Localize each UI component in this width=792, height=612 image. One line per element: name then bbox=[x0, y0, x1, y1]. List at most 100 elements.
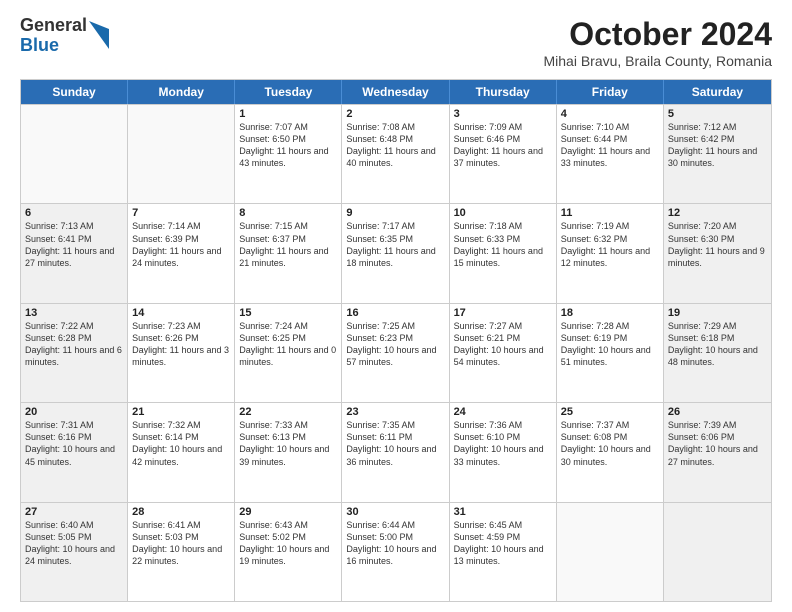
calendar-cell: 6Sunrise: 7:13 AM Sunset: 6:41 PM Daylig… bbox=[21, 204, 128, 302]
logo-general: General bbox=[20, 16, 87, 36]
cell-info: Sunrise: 7:18 AM Sunset: 6:33 PM Dayligh… bbox=[454, 220, 552, 269]
cell-info: Sunrise: 7:19 AM Sunset: 6:32 PM Dayligh… bbox=[561, 220, 659, 269]
calendar-header: SundayMondayTuesdayWednesdayThursdayFrid… bbox=[21, 80, 771, 104]
cell-info: Sunrise: 7:22 AM Sunset: 6:28 PM Dayligh… bbox=[25, 320, 123, 369]
calendar-cell: 21Sunrise: 7:32 AM Sunset: 6:14 PM Dayli… bbox=[128, 403, 235, 501]
day-number: 2 bbox=[346, 108, 444, 120]
cell-info: Sunrise: 7:28 AM Sunset: 6:19 PM Dayligh… bbox=[561, 320, 659, 369]
cell-info: Sunrise: 6:45 AM Sunset: 4:59 PM Dayligh… bbox=[454, 519, 552, 568]
calendar-cell: 8Sunrise: 7:15 AM Sunset: 6:37 PM Daylig… bbox=[235, 204, 342, 302]
calendar-cell: 26Sunrise: 7:39 AM Sunset: 6:06 PM Dayli… bbox=[664, 403, 771, 501]
title-area: October 2024 Mihai Bravu, Braila County,… bbox=[543, 16, 772, 69]
day-number: 21 bbox=[132, 406, 230, 418]
day-number: 16 bbox=[346, 307, 444, 319]
day-number: 26 bbox=[668, 406, 767, 418]
day-number: 11 bbox=[561, 207, 659, 219]
day-number: 15 bbox=[239, 307, 337, 319]
location: Mihai Bravu, Braila County, Romania bbox=[543, 53, 772, 69]
cell-info: Sunrise: 7:31 AM Sunset: 6:16 PM Dayligh… bbox=[25, 419, 123, 468]
cell-info: Sunrise: 7:08 AM Sunset: 6:48 PM Dayligh… bbox=[346, 121, 444, 170]
cell-info: Sunrise: 7:15 AM Sunset: 6:37 PM Dayligh… bbox=[239, 220, 337, 269]
cell-info: Sunrise: 7:37 AM Sunset: 6:08 PM Dayligh… bbox=[561, 419, 659, 468]
calendar-cell: 19Sunrise: 7:29 AM Sunset: 6:18 PM Dayli… bbox=[664, 304, 771, 402]
cell-info: Sunrise: 6:43 AM Sunset: 5:02 PM Dayligh… bbox=[239, 519, 337, 568]
calendar-cell: 28Sunrise: 6:41 AM Sunset: 5:03 PM Dayli… bbox=[128, 503, 235, 601]
cell-info: Sunrise: 6:41 AM Sunset: 5:03 PM Dayligh… bbox=[132, 519, 230, 568]
calendar-cell: 24Sunrise: 7:36 AM Sunset: 6:10 PM Dayli… bbox=[450, 403, 557, 501]
calendar-cell: 16Sunrise: 7:25 AM Sunset: 6:23 PM Dayli… bbox=[342, 304, 449, 402]
calendar-row: 27Sunrise: 6:40 AM Sunset: 5:05 PM Dayli… bbox=[21, 502, 771, 601]
calendar-page: General Blue October 2024 Mihai Bravu, B… bbox=[0, 0, 792, 612]
calendar-cell: 31Sunrise: 6:45 AM Sunset: 4:59 PM Dayli… bbox=[450, 503, 557, 601]
calendar-cell: 14Sunrise: 7:23 AM Sunset: 6:26 PM Dayli… bbox=[128, 304, 235, 402]
calendar-row: 13Sunrise: 7:22 AM Sunset: 6:28 PM Dayli… bbox=[21, 303, 771, 402]
weekday-header: Wednesday bbox=[342, 80, 449, 104]
cell-info: Sunrise: 7:32 AM Sunset: 6:14 PM Dayligh… bbox=[132, 419, 230, 468]
cell-info: Sunrise: 7:39 AM Sunset: 6:06 PM Dayligh… bbox=[668, 419, 767, 468]
day-number: 25 bbox=[561, 406, 659, 418]
calendar-cell bbox=[128, 105, 235, 203]
day-number: 29 bbox=[239, 506, 337, 518]
day-number: 6 bbox=[25, 207, 123, 219]
calendar-cell: 11Sunrise: 7:19 AM Sunset: 6:32 PM Dayli… bbox=[557, 204, 664, 302]
calendar-cell bbox=[664, 503, 771, 601]
cell-info: Sunrise: 7:36 AM Sunset: 6:10 PM Dayligh… bbox=[454, 419, 552, 468]
calendar-cell: 29Sunrise: 6:43 AM Sunset: 5:02 PM Dayli… bbox=[235, 503, 342, 601]
calendar-cell: 12Sunrise: 7:20 AM Sunset: 6:30 PM Dayli… bbox=[664, 204, 771, 302]
cell-info: Sunrise: 7:13 AM Sunset: 6:41 PM Dayligh… bbox=[25, 220, 123, 269]
cell-info: Sunrise: 7:27 AM Sunset: 6:21 PM Dayligh… bbox=[454, 320, 552, 369]
day-number: 4 bbox=[561, 108, 659, 120]
cell-info: Sunrise: 7:17 AM Sunset: 6:35 PM Dayligh… bbox=[346, 220, 444, 269]
day-number: 5 bbox=[668, 108, 767, 120]
day-number: 31 bbox=[454, 506, 552, 518]
calendar-cell: 22Sunrise: 7:33 AM Sunset: 6:13 PM Dayli… bbox=[235, 403, 342, 501]
cell-info: Sunrise: 7:07 AM Sunset: 6:50 PM Dayligh… bbox=[239, 121, 337, 170]
calendar-cell: 25Sunrise: 7:37 AM Sunset: 6:08 PM Dayli… bbox=[557, 403, 664, 501]
day-number: 8 bbox=[239, 207, 337, 219]
day-number: 14 bbox=[132, 307, 230, 319]
day-number: 20 bbox=[25, 406, 123, 418]
day-number: 24 bbox=[454, 406, 552, 418]
calendar-cell: 18Sunrise: 7:28 AM Sunset: 6:19 PM Dayli… bbox=[557, 304, 664, 402]
logo: General Blue bbox=[20, 16, 109, 56]
calendar-cell: 2Sunrise: 7:08 AM Sunset: 6:48 PM Daylig… bbox=[342, 105, 449, 203]
cell-info: Sunrise: 7:29 AM Sunset: 6:18 PM Dayligh… bbox=[668, 320, 767, 369]
weekday-header: Saturday bbox=[664, 80, 771, 104]
day-number: 7 bbox=[132, 207, 230, 219]
calendar: SundayMondayTuesdayWednesdayThursdayFrid… bbox=[20, 79, 772, 602]
cell-info: Sunrise: 7:12 AM Sunset: 6:42 PM Dayligh… bbox=[668, 121, 767, 170]
cell-info: Sunrise: 7:24 AM Sunset: 6:25 PM Dayligh… bbox=[239, 320, 337, 369]
logo-blue: Blue bbox=[20, 36, 87, 56]
weekday-header: Thursday bbox=[450, 80, 557, 104]
calendar-cell: 17Sunrise: 7:27 AM Sunset: 6:21 PM Dayli… bbox=[450, 304, 557, 402]
calendar-cell: 20Sunrise: 7:31 AM Sunset: 6:16 PM Dayli… bbox=[21, 403, 128, 501]
weekday-header: Friday bbox=[557, 80, 664, 104]
cell-info: Sunrise: 7:20 AM Sunset: 6:30 PM Dayligh… bbox=[668, 220, 767, 269]
day-number: 12 bbox=[668, 207, 767, 219]
day-number: 9 bbox=[346, 207, 444, 219]
header: General Blue October 2024 Mihai Bravu, B… bbox=[20, 16, 772, 69]
cell-info: Sunrise: 7:35 AM Sunset: 6:11 PM Dayligh… bbox=[346, 419, 444, 468]
cell-info: Sunrise: 7:09 AM Sunset: 6:46 PM Dayligh… bbox=[454, 121, 552, 170]
calendar-cell bbox=[21, 105, 128, 203]
calendar-row: 1Sunrise: 7:07 AM Sunset: 6:50 PM Daylig… bbox=[21, 104, 771, 203]
weekday-header: Tuesday bbox=[235, 80, 342, 104]
calendar-row: 20Sunrise: 7:31 AM Sunset: 6:16 PM Dayli… bbox=[21, 402, 771, 501]
day-number: 28 bbox=[132, 506, 230, 518]
calendar-cell: 23Sunrise: 7:35 AM Sunset: 6:11 PM Dayli… bbox=[342, 403, 449, 501]
day-number: 23 bbox=[346, 406, 444, 418]
calendar-cell: 9Sunrise: 7:17 AM Sunset: 6:35 PM Daylig… bbox=[342, 204, 449, 302]
calendar-body: 1Sunrise: 7:07 AM Sunset: 6:50 PM Daylig… bbox=[21, 104, 771, 601]
day-number: 22 bbox=[239, 406, 337, 418]
day-number: 10 bbox=[454, 207, 552, 219]
calendar-row: 6Sunrise: 7:13 AM Sunset: 6:41 PM Daylig… bbox=[21, 203, 771, 302]
calendar-cell: 7Sunrise: 7:14 AM Sunset: 6:39 PM Daylig… bbox=[128, 204, 235, 302]
calendar-cell: 30Sunrise: 6:44 AM Sunset: 5:00 PM Dayli… bbox=[342, 503, 449, 601]
cell-info: Sunrise: 7:25 AM Sunset: 6:23 PM Dayligh… bbox=[346, 320, 444, 369]
calendar-cell: 27Sunrise: 6:40 AM Sunset: 5:05 PM Dayli… bbox=[21, 503, 128, 601]
day-number: 18 bbox=[561, 307, 659, 319]
calendar-cell bbox=[557, 503, 664, 601]
calendar-cell: 5Sunrise: 7:12 AM Sunset: 6:42 PM Daylig… bbox=[664, 105, 771, 203]
calendar-cell: 3Sunrise: 7:09 AM Sunset: 6:46 PM Daylig… bbox=[450, 105, 557, 203]
calendar-cell: 15Sunrise: 7:24 AM Sunset: 6:25 PM Dayli… bbox=[235, 304, 342, 402]
